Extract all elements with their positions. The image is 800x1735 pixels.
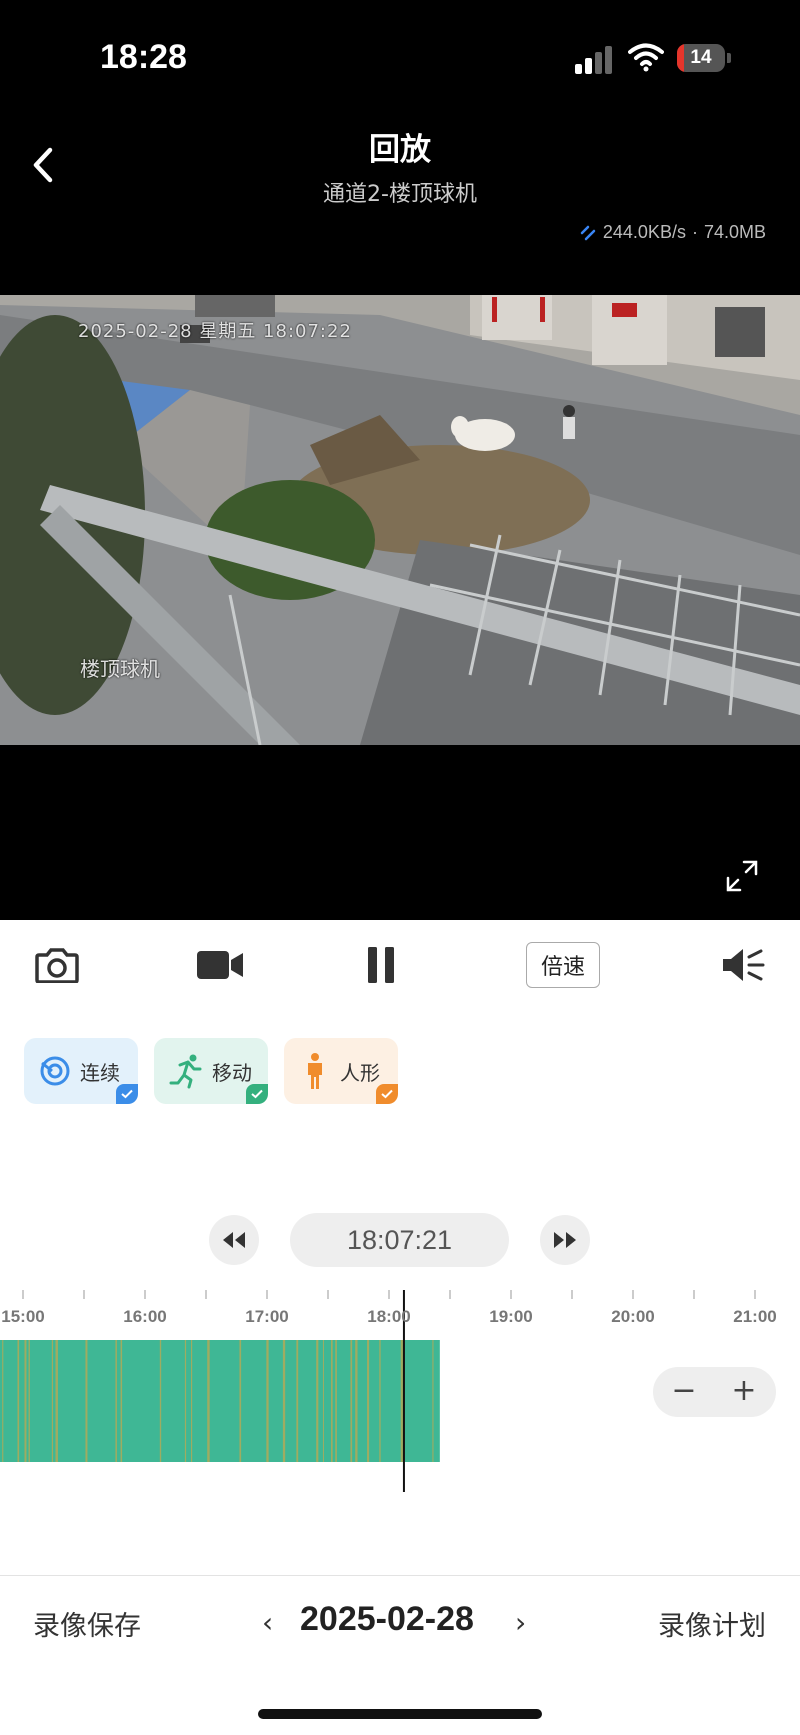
fast-forward-button[interactable] — [540, 1215, 590, 1265]
check-icon — [376, 1084, 398, 1104]
filter-person[interactable]: 人形 — [284, 1038, 398, 1104]
current-time: 18:07:21 — [290, 1213, 509, 1267]
cellular-signal-icon — [575, 46, 615, 74]
filter-person-label: 人形 — [340, 1060, 380, 1085]
timeline-hour-label: 16:00 — [123, 1307, 167, 1326]
motion-event-stripe — [400, 1340, 403, 1462]
motion-event-stripe — [432, 1340, 434, 1462]
timeline-hour-label: 18:00 — [367, 1307, 411, 1326]
motion-event-stripe — [355, 1340, 358, 1462]
person-icon — [308, 1053, 322, 1089]
timeline-hour-label: 17:00 — [245, 1307, 289, 1326]
pause-button[interactable] — [366, 940, 396, 990]
pause-icon — [368, 947, 394, 983]
bandwidth-icon — [580, 225, 596, 240]
battery-icon: 14 — [677, 44, 731, 74]
stream-rate: 244.0KB/s — [602, 222, 686, 242]
video-frame[interactable]: 2025-02-28 星期五 18:07:22 楼顶球机 — [0, 295, 800, 745]
motion-event-stripe — [85, 1340, 88, 1462]
speed-label: 倍速 — [525, 942, 600, 988]
rewind-icon — [223, 1232, 245, 1248]
filter-continuous-label: 连续 — [80, 1060, 120, 1085]
motion-event-stripe — [330, 1340, 333, 1462]
playback-controls: 倍速 — [0, 940, 800, 990]
check-icon — [246, 1084, 268, 1104]
speaker-muted-icon — [723, 949, 765, 981]
timeline-hour-label: 15:00 — [1, 1307, 45, 1326]
motion-icon — [169, 1054, 202, 1089]
page-title: 回放 — [369, 132, 431, 168]
motion-event-stripe — [350, 1340, 353, 1462]
mute-button[interactable] — [720, 940, 766, 990]
zoom-control: − + — [653, 1367, 776, 1417]
continuous-icon — [40, 1056, 70, 1086]
wifi-icon — [628, 43, 664, 72]
motion-event-stripe — [24, 1340, 27, 1462]
motion-event-stripe — [239, 1340, 242, 1462]
motion-event-stripe — [191, 1340, 193, 1462]
filter-motion[interactable]: 移动 — [154, 1038, 268, 1104]
motion-event-stripe — [17, 1340, 20, 1462]
motion-event-stripe — [296, 1340, 299, 1462]
motion-event-stripe — [379, 1340, 381, 1462]
zoom-in-button[interactable]: + — [719, 1367, 769, 1417]
motion-event-stripe — [184, 1340, 187, 1462]
video-camera-icon — [197, 951, 243, 979]
speed-button[interactable]: 倍速 — [522, 940, 604, 990]
snapshot-button[interactable] — [34, 940, 80, 990]
stats-separator: · — [691, 222, 698, 242]
recording-save-button[interactable]: 录像保存 — [33, 1604, 141, 1643]
filter-continuous[interactable]: 连续 — [24, 1038, 138, 1104]
osd-camera-name: 楼顶球机 — [80, 657, 160, 681]
camera-icon — [35, 948, 79, 983]
timeline-hour-label: 19:00 — [489, 1307, 533, 1326]
motion-event-stripe — [2, 1340, 4, 1462]
fast-forward-icon — [554, 1232, 576, 1248]
rewind-button[interactable] — [209, 1215, 259, 1265]
motion-event-stripe — [28, 1340, 30, 1462]
motion-event-stripe — [120, 1340, 123, 1462]
motion-event-stripe — [282, 1340, 286, 1462]
recording-segment[interactable] — [0, 1340, 440, 1462]
motion-event-stripe — [55, 1340, 58, 1462]
motion-event-stripe — [115, 1340, 117, 1462]
divider — [0, 1575, 800, 1576]
prev-date-button[interactable]: ‹ — [262, 1606, 273, 1639]
motion-event-stripe — [266, 1340, 269, 1462]
next-date-button[interactable]: › — [515, 1606, 526, 1639]
motion-event-stripe — [159, 1340, 162, 1462]
stream-stats: 244.0KB/s · 74.0MB — [579, 222, 766, 243]
motion-event-stripe — [316, 1340, 319, 1462]
motion-event-stripe — [367, 1340, 370, 1462]
motion-event-stripe — [335, 1340, 337, 1462]
motion-event-stripe — [207, 1340, 210, 1462]
channel-name: 通道2-楼顶球机 — [323, 182, 477, 207]
timeline-hour-label: 21:00 — [733, 1307, 777, 1326]
zoom-out-button[interactable]: − — [659, 1367, 709, 1417]
fullscreen-icon[interactable] — [724, 858, 760, 894]
motion-event-stripe — [322, 1340, 324, 1462]
timeline-hour-label: 20:00 — [611, 1307, 655, 1326]
record-button[interactable] — [194, 940, 246, 990]
status-time: 18:28 — [100, 38, 187, 76]
battery-level: 14 — [690, 47, 712, 68]
check-icon — [116, 1084, 138, 1104]
home-indicator — [258, 1709, 542, 1719]
osd-datetime: 2025-02-28 星期五 18:07:22 — [78, 321, 352, 342]
stream-size: 74.0MB — [703, 222, 766, 242]
recording-plan-button[interactable]: 录像计划 — [658, 1604, 766, 1643]
date-label[interactable]: 2025-02-28 — [300, 1600, 474, 1639]
filter-motion-label: 移动 — [212, 1060, 252, 1085]
motion-event-stripe — [51, 1340, 54, 1462]
